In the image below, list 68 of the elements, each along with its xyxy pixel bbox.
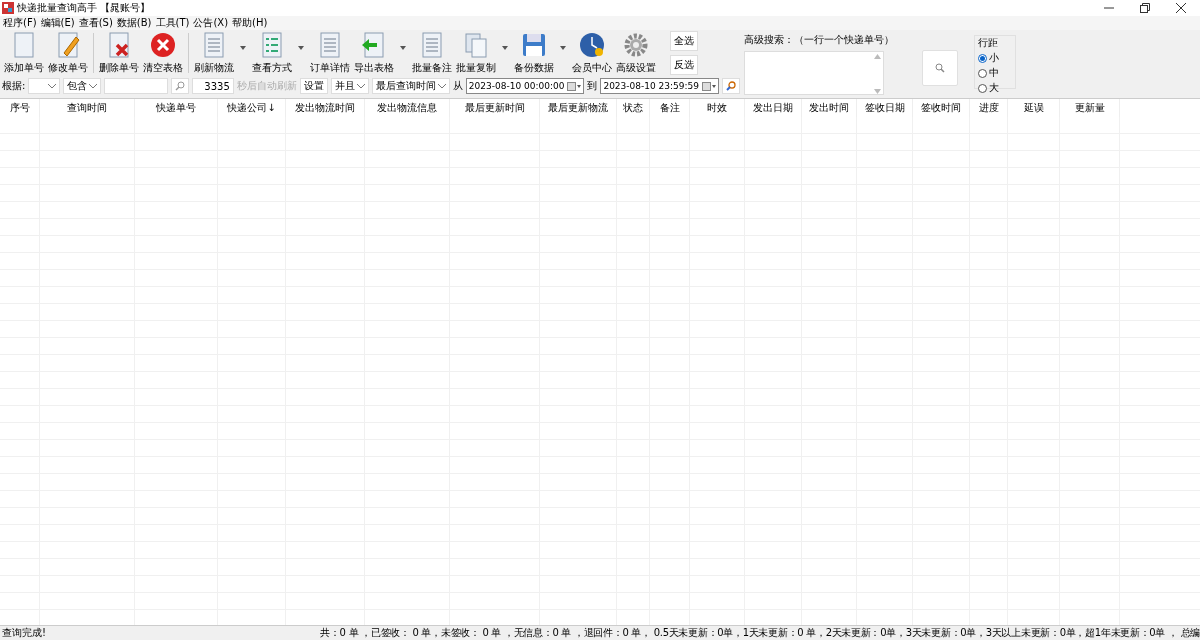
from-label: 从 — [452, 79, 463, 93]
close-icon — [149, 31, 177, 59]
clock-icon — [578, 31, 606, 59]
chevron-down-icon — [356, 83, 365, 89]
toolbar-button[interactable]: 会员中心 — [570, 31, 614, 75]
keyword-field[interactable] — [103, 78, 168, 94]
radio-button[interactable] — [978, 53, 987, 63]
toolbar-button[interactable]: 查看方式 — [250, 31, 294, 75]
date-picker[interactable]: 2023-08-10 23:59:59 — [600, 78, 719, 94]
toolbar-button[interactable]: 批量备注 — [410, 31, 454, 75]
tracking-numbers-textarea[interactable] — [744, 51, 884, 95]
time-field-dropdown[interactable]: 最后查询时间 — [371, 78, 450, 94]
toolbar-button[interactable]: 批量复制 — [454, 31, 498, 75]
toolbar-button[interactable]: 导出表格 — [352, 31, 396, 75]
dropdown-caret-icon[interactable] — [298, 46, 304, 50]
radio-label[interactable]: 中 — [989, 66, 999, 80]
refresh-seconds-field[interactable]: 3335 — [191, 78, 234, 94]
dropdown-caret-icon[interactable] — [560, 46, 566, 50]
search-button[interactable] — [170, 78, 189, 94]
select-button[interactable]: 反选 — [670, 55, 698, 75]
match-dropdown[interactable]: 包含 — [62, 78, 101, 94]
search-icon — [174, 81, 185, 91]
dropdown-caret-icon[interactable] — [240, 46, 246, 50]
menu-item[interactable]: 数据(B) — [116, 16, 152, 30]
toolbar-button[interactable]: 高级设置 — [614, 31, 658, 75]
chevron-down-icon — [47, 83, 56, 89]
toolbar-button[interactable]: 修改单号 — [46, 31, 90, 75]
search-icon — [726, 81, 736, 91]
menu-item[interactable]: 编辑(E) — [40, 16, 75, 30]
logic-dropdown[interactable]: 并且 — [330, 78, 369, 94]
settings-icon — [622, 31, 650, 59]
menu-item[interactable]: 帮助(H) — [232, 16, 268, 30]
menu-item[interactable]: 工具(T) — [155, 16, 190, 30]
status-summary: 共：0 单 ，已签收： 0 单，未签收： 0 单 ，无信息：0 单 ，退回件：0 单， 0.5天未更新：0单，1天未更新：0 单，2天未更新：0单，3天未更新：0单，3天以上未更新：0单，超1年未更新：0单 ， 总编 — [320, 626, 1200, 640]
field-dropdown[interactable] — [28, 78, 60, 94]
select-button[interactable]: 全选 — [670, 31, 698, 51]
toolbar-button[interactable]: 添加单号 — [2, 31, 46, 75]
calendar-icon[interactable] — [567, 81, 582, 91]
toolbar-button[interactable]: 备份数据 — [512, 31, 556, 75]
chevron-down-icon — [88, 83, 97, 89]
chevron-down-icon — [437, 83, 446, 89]
menu-item[interactable]: 查看(S) — [78, 16, 113, 30]
window-title: 快递批量查询高手 【晁账号】 — [17, 1, 151, 15]
toolbar-button[interactable]: 删除单号 — [97, 31, 141, 75]
group-title: 行距 — [978, 36, 999, 50]
radio-button[interactable] — [978, 83, 987, 93]
search-icon — [935, 63, 945, 73]
settings-button[interactable]: 设置 — [299, 78, 328, 94]
toolbar-button[interactable]: 订单详情 — [308, 31, 352, 75]
close-icon[interactable] — [1176, 3, 1186, 13]
restore-icon[interactable] — [1140, 3, 1150, 13]
search-button[interactable] — [722, 78, 740, 94]
date-picker[interactable]: 2023-08-10 00:00:00 — [465, 78, 585, 94]
advanced-search-label: 高级搜索：（一行一个快递单号） — [744, 33, 895, 47]
to-label: 到 — [587, 79, 598, 93]
dropdown-caret-icon[interactable] — [400, 46, 406, 50]
copy-icon — [462, 31, 490, 59]
toolbar-button[interactable]: 刷新物流 — [192, 31, 236, 75]
dropdown-caret-icon[interactable] — [502, 46, 508, 50]
radio-label[interactable]: 大 — [989, 81, 999, 95]
toolbar-button[interactable]: 清空表格 — [141, 31, 185, 75]
menu-item[interactable]: 公告(X) — [193, 16, 229, 30]
calendar-icon[interactable] — [702, 81, 716, 91]
filter-label: 根据: — [2, 79, 26, 93]
radio-label[interactable]: 小 — [989, 51, 999, 65]
radio-button[interactable] — [978, 68, 987, 78]
status-message: 查询完成! — [2, 626, 46, 640]
menu-item[interactable]: 程序(F) — [3, 16, 37, 30]
